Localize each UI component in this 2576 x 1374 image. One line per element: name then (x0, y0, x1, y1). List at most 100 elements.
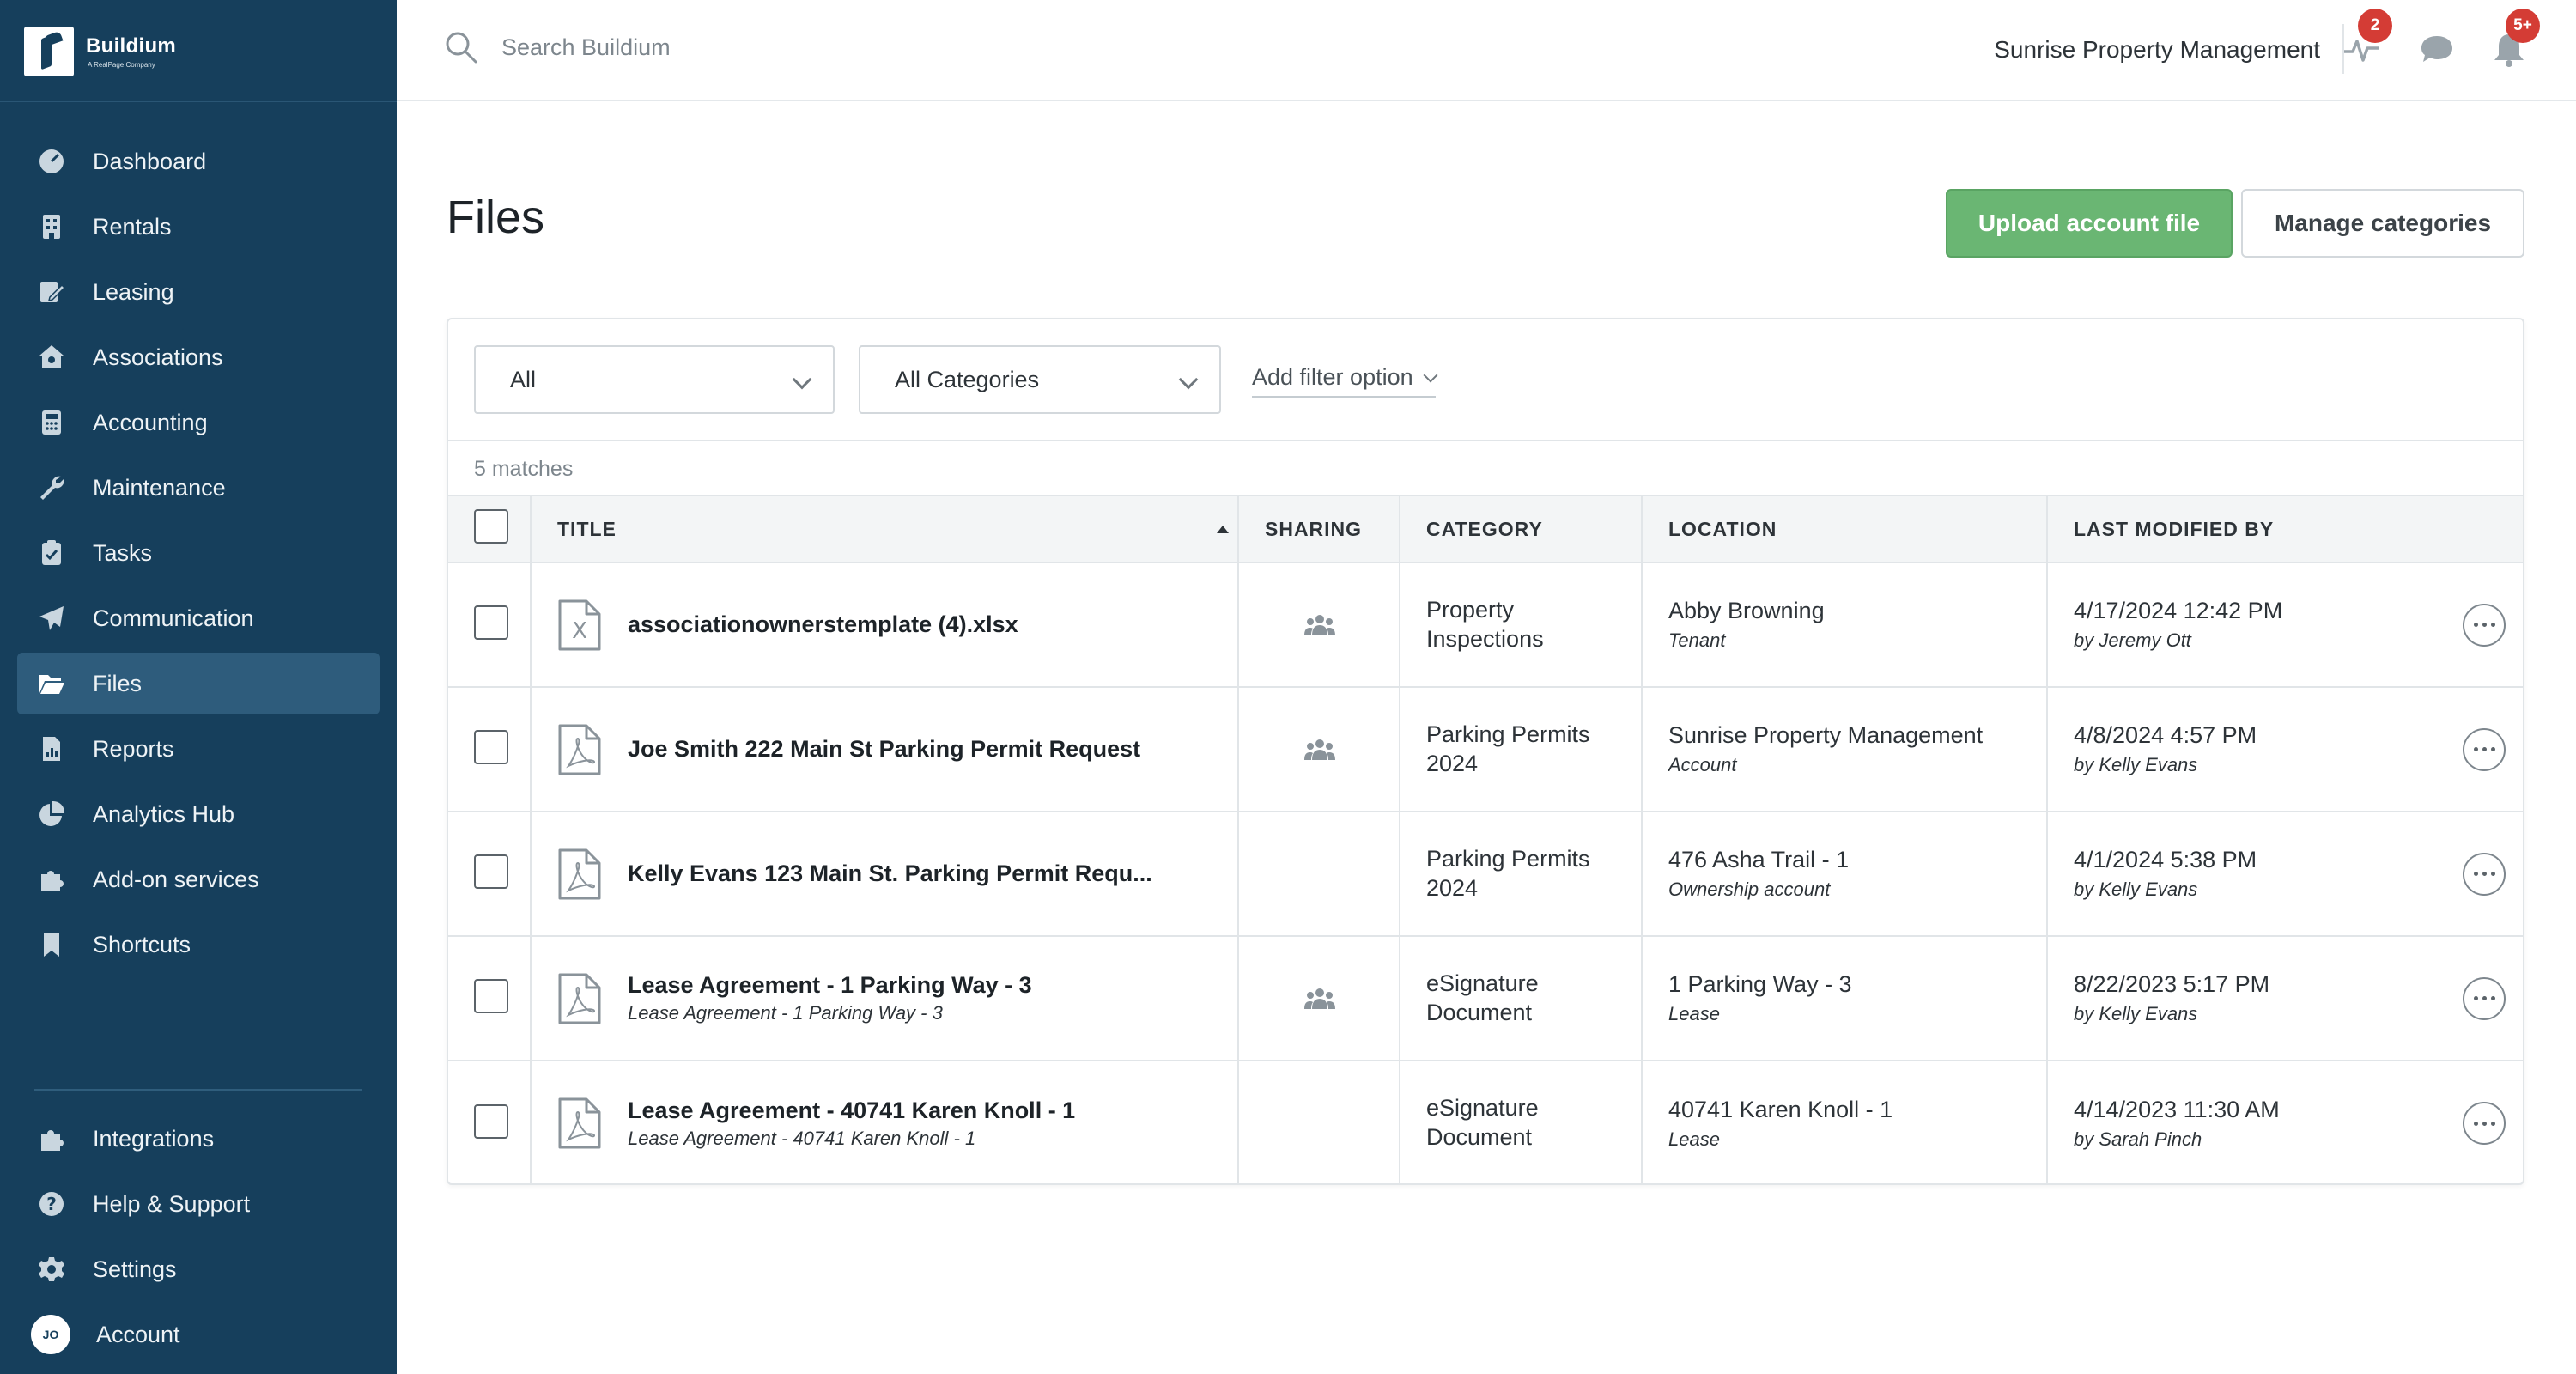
sidebar-item-integrations[interactable]: Integrations (17, 1108, 380, 1170)
row-select-cell (448, 1061, 532, 1185)
column-header-last-modified[interactable]: LAST MODIFIED BY (2047, 495, 2523, 563)
sidebar-item-tasks[interactable]: Tasks (17, 522, 380, 584)
select-all-header (448, 495, 532, 563)
file-title-link[interactable]: Kelly Evans 123 Main St. Parking Permit … (628, 860, 1152, 887)
sidebar-item-associations[interactable]: Associations (17, 326, 380, 388)
column-header-category[interactable]: CATEGORY (1400, 495, 1643, 563)
messages-button[interactable] (2416, 29, 2458, 70)
location-link[interactable]: 476 Asha Trail - 1 (1668, 847, 2046, 873)
title-cell: Lease Agreement - 1 Parking Way - 3 Leas… (531, 936, 1239, 1061)
sidebar-item-label: Files (93, 670, 143, 696)
location-cell: Abby Browning Tenant (1642, 562, 2048, 688)
sidebar-item-files[interactable]: Files (17, 653, 380, 714)
sidebar-divider (0, 101, 397, 102)
add-filter-option[interactable]: Add filter option (1252, 364, 1438, 398)
sidebar-item-help-support[interactable]: ? Help & Support (17, 1173, 380, 1235)
row-actions-menu-button[interactable] (2463, 976, 2506, 1020)
column-header-label: LAST MODIFIED BY (2074, 517, 2275, 540)
modified-date: 4/17/2024 12:42 PM (2074, 598, 2283, 623)
shared-users-icon (1304, 614, 1335, 635)
location-link[interactable]: 40741 Karen Knoll - 1 (1668, 1097, 2046, 1123)
location-link[interactable]: Sunrise Property Management (1668, 722, 2046, 749)
row-checkbox[interactable] (474, 1103, 508, 1139)
notifications-button[interactable]: 5+ (2488, 9, 2540, 70)
column-header-location[interactable]: LOCATION (1642, 495, 2048, 563)
sharing-cell (1238, 936, 1400, 1061)
shared-users-icon (1304, 988, 1335, 1009)
modified-by: by Jeremy Ott (2074, 629, 2191, 651)
file-title-link[interactable]: associationownerstemplate (4).xlsx (628, 611, 1018, 638)
add-filter-label: Add filter option (1252, 364, 1413, 390)
row-checkbox[interactable] (474, 979, 508, 1013)
row-checkbox[interactable] (474, 854, 508, 889)
table-row[interactable]: Lease Agreement - 1 Parking Way - 3 Leas… (448, 936, 2523, 1061)
files-table: TITLE SHARING CATEGORY LOCATION LAST MOD… (448, 495, 2523, 1185)
scope-select[interactable]: All (474, 345, 835, 414)
table-row[interactable]: X associationownerstemplate (4).xlsx Pro… (448, 562, 2523, 688)
file-icon: X (558, 599, 601, 650)
sidebar-item-settings[interactable]: Settings (17, 1238, 380, 1300)
modified-date: 4/1/2024 5:38 PM (2074, 847, 2257, 872)
sidebar-item-accounting[interactable]: Accounting (17, 392, 380, 453)
category-cell: eSignature Document (1400, 1061, 1643, 1185)
modified-by: by Sarah Pinch (2074, 1128, 2202, 1150)
modified-by: by Kelly Evans (2074, 1003, 2198, 1024)
table-header-row: TITLE SHARING CATEGORY LOCATION LAST MOD… (448, 495, 2523, 563)
notifications-badge: 5+ (2506, 9, 2540, 43)
row-actions-menu-button[interactable] (2463, 603, 2506, 647)
gear-icon (36, 1254, 67, 1285)
category-cell: Property Inspections (1400, 562, 1643, 688)
sidebar-item-shortcuts[interactable]: Shortcuts (17, 914, 380, 976)
sidebar-item-communication[interactable]: Communication (17, 587, 380, 649)
file-title-link[interactable]: Lease Agreement - 40741 Karen Knoll - 1 (628, 1097, 1075, 1124)
sidebar-item-rentals[interactable]: Rentals (17, 196, 380, 258)
lease-sign-icon (36, 277, 67, 307)
file-icon (558, 1097, 601, 1149)
shared-users-icon (1304, 739, 1335, 760)
brand-logo[interactable]: Buildium A RealPage Company (24, 26, 176, 77)
sidebar-item-reports[interactable]: Reports (17, 718, 380, 780)
location-type: Account (1668, 754, 1737, 775)
pie-chart-icon (36, 799, 67, 830)
sidebar-item-add-on-services[interactable]: Add-on services (17, 848, 380, 910)
row-actions-menu-button[interactable] (2463, 1102, 2506, 1145)
title-cell: Lease Agreement - 40741 Karen Knoll - 1 … (531, 1061, 1239, 1185)
title-cell: Kelly Evans 123 Main St. Parking Permit … (531, 812, 1239, 937)
sidebar-bottom-nav: Integrations ? Help & Support Settings J… (17, 1108, 380, 1369)
category-select[interactable]: All Categories (859, 345, 1221, 414)
upload-account-file-button[interactable]: Upload account file (1946, 189, 2233, 258)
folder-open-icon (36, 668, 67, 699)
search-input[interactable] (501, 33, 1188, 61)
sidebar-item-analytics-hub[interactable]: Analytics Hub (17, 783, 380, 845)
row-actions-menu-button[interactable] (2463, 727, 2506, 771)
table-row[interactable]: Kelly Evans 123 Main St. Parking Permit … (448, 812, 2523, 937)
column-header-title[interactable]: TITLE (531, 495, 1239, 563)
file-title-link[interactable]: Lease Agreement - 1 Parking Way - 3 (628, 972, 1032, 999)
file-icon (558, 724, 601, 775)
sidebar-item-label: Communication (93, 605, 254, 631)
row-checkbox[interactable] (474, 730, 508, 764)
bookmark-icon (36, 929, 67, 960)
organization-name[interactable]: Sunrise Property Management (1994, 36, 2320, 64)
table-row[interactable]: Joe Smith 222 Main St Parking Permit Req… (448, 687, 2523, 812)
table-row[interactable]: Lease Agreement - 40741 Karen Knoll - 1 … (448, 1061, 2523, 1185)
manage-categories-button[interactable]: Manage categories (2241, 189, 2524, 258)
row-checkbox[interactable] (474, 605, 508, 640)
sharing-cell (1238, 687, 1400, 812)
row-actions-menu-button[interactable] (2463, 852, 2506, 896)
select-all-checkbox[interactable] (474, 509, 508, 544)
column-header-sharing: SHARING (1238, 495, 1400, 563)
sidebar-item-leasing[interactable]: Leasing (17, 261, 380, 323)
location-link[interactable]: Abby Browning (1668, 598, 2046, 624)
sidebar-item-account[interactable]: JO Account (17, 1304, 380, 1365)
brand-name: Buildium (86, 34, 177, 58)
page-title: Files (447, 192, 545, 243)
location-link[interactable]: 1 Parking Way - 3 (1668, 971, 2046, 998)
modified-date: 4/8/2024 4:57 PM (2074, 722, 2257, 748)
sidebar-item-maintenance[interactable]: Maintenance (17, 457, 380, 519)
file-category: eSignature Document (1426, 970, 1539, 1025)
location-type: Ownership account (1668, 879, 1831, 900)
activity-button[interactable]: 2 (2341, 9, 2392, 70)
sidebar-item-dashboard[interactable]: Dashboard (17, 131, 380, 192)
file-title-link[interactable]: Joe Smith 222 Main St Parking Permit Req… (628, 736, 1140, 763)
